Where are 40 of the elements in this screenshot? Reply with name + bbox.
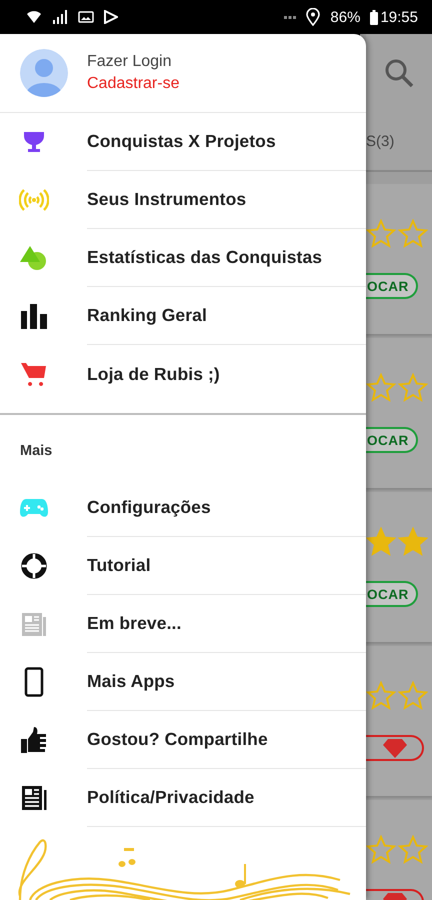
lifebuoy-icon [21, 553, 47, 579]
ruby-button[interactable] [366, 735, 424, 761]
play-button[interactable]: OCAR [366, 273, 418, 299]
search-icon[interactable] [384, 58, 414, 88]
wifi-icon [26, 9, 42, 25]
bar-chart-icon [20, 303, 48, 329]
menu-item[interactable]: Tutorial [0, 537, 366, 595]
avatar-icon [20, 49, 68, 97]
menu-item[interactable]: Ranking Geral [0, 287, 366, 345]
image-icon [78, 11, 94, 23]
ruby-icon [382, 738, 406, 758]
battery-level: 86% [330, 8, 360, 26]
section-title: Mais [19, 442, 54, 461]
battery-icon [370, 10, 378, 24]
menu-item[interactable]: Política/Privacidade [0, 769, 366, 827]
menu-item[interactable]: Configurações [0, 479, 366, 537]
menu-item[interactable]: Conquistas X Projetos [0, 113, 366, 171]
menu-item[interactable]: Loja de Rubis ;) [0, 345, 366, 403]
thumbs-up-icon [20, 726, 48, 754]
broadcast-icon [19, 189, 49, 211]
play-icon [104, 10, 118, 24]
trophy-icon [21, 129, 47, 155]
document-icon [21, 785, 47, 811]
login-link[interactable]: Fazer Login [87, 53, 180, 71]
newspaper-icon [21, 611, 47, 637]
gamepad-icon [20, 498, 48, 518]
phone-icon [24, 667, 44, 697]
play-button[interactable]: OCAR [366, 581, 418, 607]
signal-icon [52, 10, 68, 24]
location-icon [306, 8, 320, 26]
tab-label: S(3) [366, 132, 394, 150]
ellipsis-icon [284, 16, 296, 18]
menu-item[interactable]: Gostou? Compartilhe [0, 711, 366, 769]
play-button[interactable]: OCAR [366, 427, 418, 453]
menu-item[interactable]: Estatísticas das Conquistas [0, 229, 366, 287]
signup-link[interactable]: Cadastrar-se [87, 75, 180, 93]
clock: 19:55 [380, 8, 418, 26]
cart-icon [21, 361, 47, 387]
shapes-icon [20, 245, 48, 271]
menu-item[interactable]: Em breve... [0, 595, 366, 653]
